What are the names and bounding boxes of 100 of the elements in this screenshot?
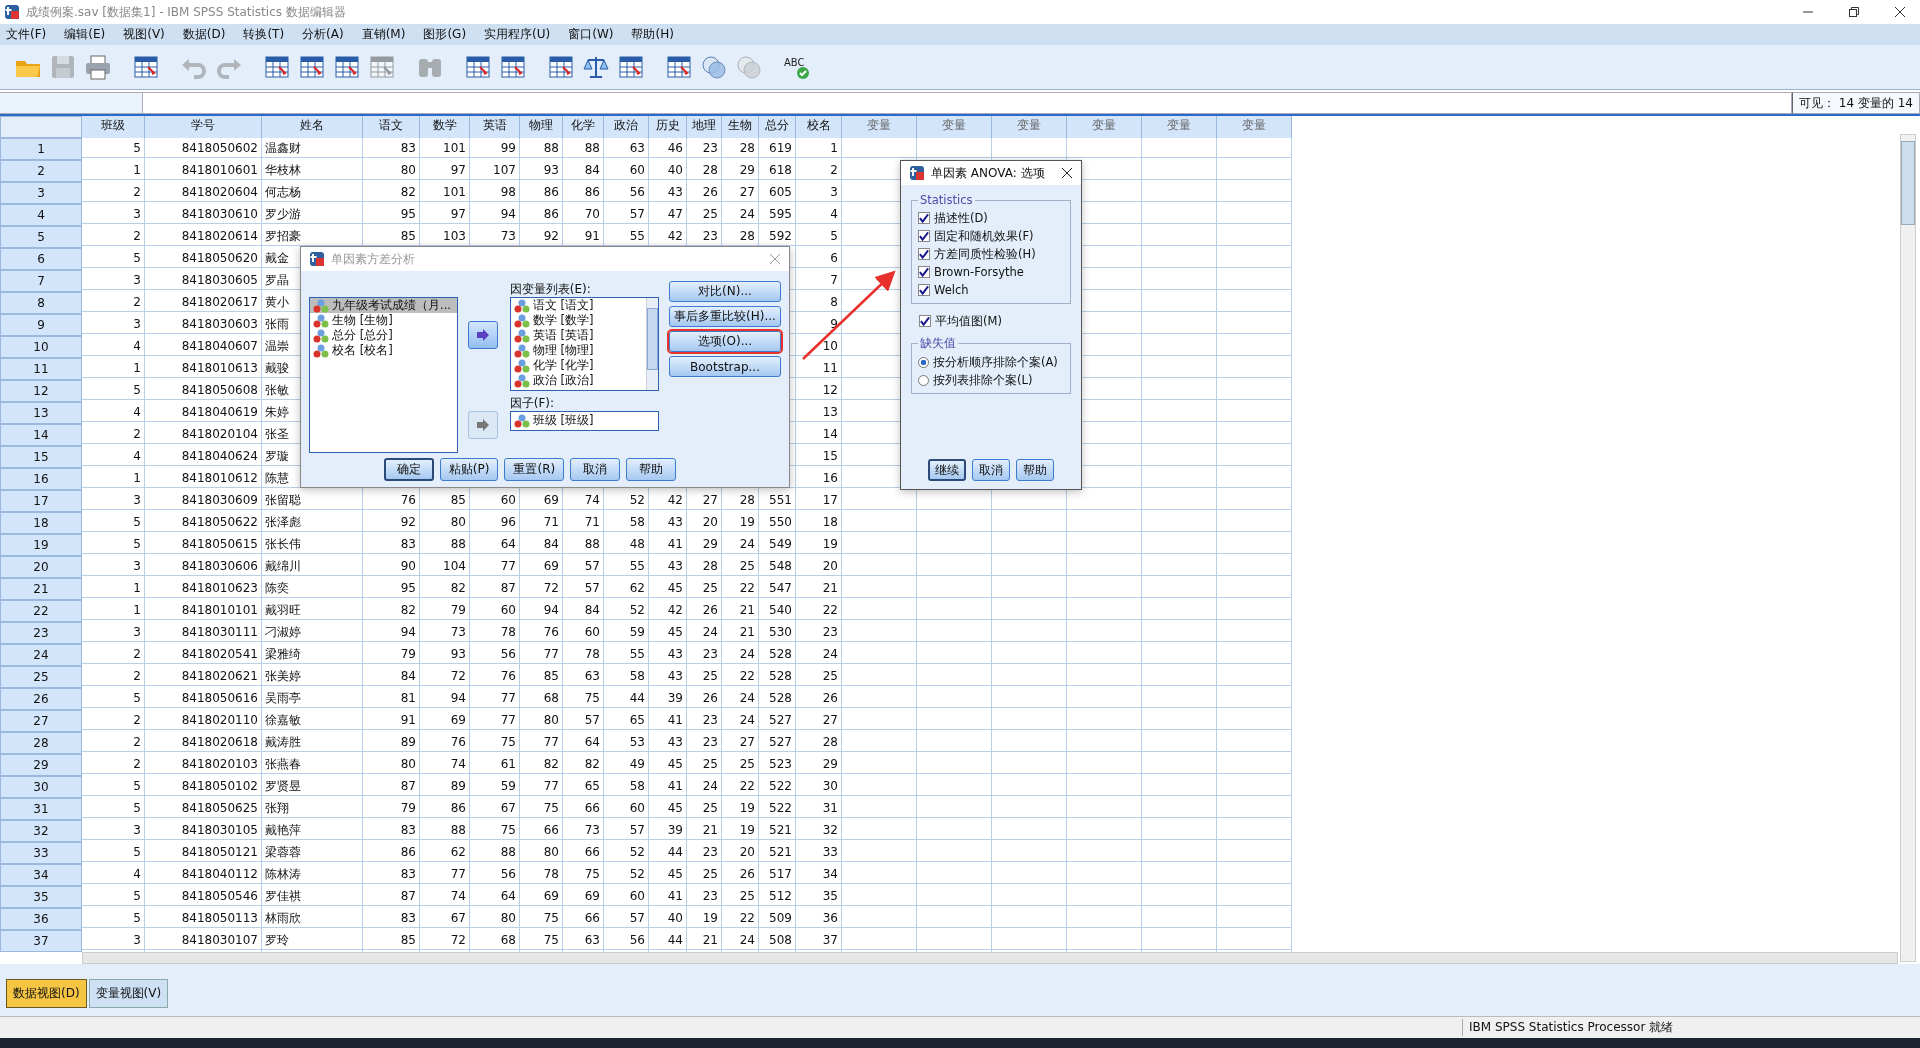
row-number[interactable]: 14 xyxy=(0,424,82,446)
menu-item[interactable]: 编辑(E) xyxy=(62,26,114,43)
view-tab[interactable]: 数据视图(D) xyxy=(6,978,87,1008)
row-number[interactable]: 29 xyxy=(0,754,82,776)
column-header[interactable]: 学号 xyxy=(145,116,262,138)
menu-item[interactable]: 分析(A) xyxy=(300,26,352,43)
row-number[interactable]: 18 xyxy=(0,512,82,534)
grid-icon[interactable] xyxy=(499,53,527,81)
list-item[interactable]: 生物 [生物] xyxy=(310,313,458,328)
menu-item[interactable]: 帮助(H) xyxy=(629,26,682,43)
column-header[interactable]: 历史 xyxy=(649,116,687,138)
row-number[interactable]: 23 xyxy=(0,622,82,644)
grid-icon[interactable] xyxy=(263,53,291,81)
column-header[interactable]: 数学 xyxy=(420,116,470,138)
grid-icon[interactable] xyxy=(298,53,326,81)
row-number[interactable]: 20 xyxy=(0,556,82,578)
dialog-button[interactable]: 取消 xyxy=(570,458,621,481)
horizontal-scrollbar[interactable] xyxy=(82,952,1898,964)
dialog-button[interactable]: 重置(R) xyxy=(504,458,565,481)
row-number[interactable]: 4 xyxy=(0,204,82,226)
dialog-button[interactable]: 确定 xyxy=(383,458,434,481)
printer-icon[interactable] xyxy=(84,53,112,81)
checkbox[interactable] xyxy=(918,248,930,260)
row-number[interactable]: 19 xyxy=(0,534,82,556)
list-item[interactable]: 数学 [数学] xyxy=(510,313,646,328)
move-button[interactable] xyxy=(468,321,499,349)
column-header[interactable]: 化学 xyxy=(563,116,604,138)
row-number[interactable]: 26 xyxy=(0,688,82,710)
column-header[interactable]: 校名 xyxy=(796,116,842,138)
select-all-cell[interactable] xyxy=(0,116,82,138)
grid-icon[interactable] xyxy=(132,53,160,81)
dependent-list[interactable]: 语文 [语文] 数学 [数学] 英语 [英语] 物理 [物理] 化学 [化学] 政治 [政治] xyxy=(509,297,659,391)
list-item[interactable]: 九年级考试成绩（月... xyxy=(310,298,458,313)
column-header[interactable]: 变量 xyxy=(1217,116,1292,138)
column-header[interactable]: 政治 xyxy=(604,116,649,138)
column-header[interactable]: 生物 xyxy=(722,116,759,138)
dialog-button[interactable]: 选项(O)... xyxy=(669,331,781,352)
row-number[interactable]: 31 xyxy=(0,798,82,820)
menu-item[interactable]: 数据(D) xyxy=(180,26,234,43)
dialog-button[interactable]: 对比(N)... xyxy=(669,281,781,302)
menu-item[interactable]: 窗口(W) xyxy=(566,26,622,43)
row-number[interactable]: 11 xyxy=(0,358,82,380)
menu-item[interactable]: 实用程序(U) xyxy=(482,26,559,43)
list-scrollbar[interactable] xyxy=(646,298,658,390)
column-header[interactable]: 物理 xyxy=(520,116,563,138)
row-number[interactable]: 6 xyxy=(0,248,82,270)
column-header[interactable]: 变量 xyxy=(1067,116,1142,138)
row-number[interactable]: 37 xyxy=(0,930,82,952)
dialog-button[interactable]: Bootstrap... xyxy=(669,356,781,377)
row-number[interactable]: 35 xyxy=(0,886,82,908)
vertical-scrollbar[interactable] xyxy=(1900,134,1916,962)
dialog-button[interactable]: 事后多重比较(H)... xyxy=(669,306,781,327)
row-number[interactable]: 33 xyxy=(0,842,82,864)
radio-button[interactable] xyxy=(918,356,929,368)
row-number[interactable]: 3 xyxy=(0,182,82,204)
row-number[interactable]: 13 xyxy=(0,402,82,424)
grid-icon[interactable] xyxy=(333,53,361,81)
menu-item[interactable]: 文件(F) xyxy=(4,26,55,43)
column-header[interactable]: 姓名 xyxy=(262,116,363,138)
grid-icon[interactable] xyxy=(464,53,492,81)
menu-item[interactable]: 转换(T) xyxy=(241,26,293,43)
radio-button[interactable] xyxy=(918,374,929,386)
row-number[interactable]: 25 xyxy=(0,666,82,688)
dialog-button[interactable]: 粘贴(P) xyxy=(439,458,499,481)
column-header[interactable]: 变量 xyxy=(1142,116,1217,138)
row-number[interactable]: 24 xyxy=(0,644,82,666)
row-number[interactable]: 12 xyxy=(0,380,82,402)
row-number[interactable]: 15 xyxy=(0,446,82,468)
column-header[interactable]: 地理 xyxy=(687,116,722,138)
row-number[interactable]: 27 xyxy=(0,710,82,732)
column-header[interactable]: 班级 xyxy=(82,116,145,138)
row-number[interactable]: 21 xyxy=(0,578,82,600)
menu-item[interactable]: 视图(V) xyxy=(121,26,173,43)
list-item[interactable]: 语文 [语文] xyxy=(510,298,646,313)
dialog-button[interactable]: 取消 xyxy=(972,459,1010,481)
dialog-button[interactable]: 继续 xyxy=(928,459,966,481)
row-number[interactable]: 1 xyxy=(0,138,82,160)
column-header[interactable]: 变量 xyxy=(992,116,1067,138)
close-icon[interactable] xyxy=(1061,167,1073,179)
grid-icon[interactable] xyxy=(547,53,575,81)
row-number[interactable]: 9 xyxy=(0,314,82,336)
row-number[interactable]: 7 xyxy=(0,270,82,292)
menu-item[interactable]: 图形(G) xyxy=(421,26,475,43)
row-number[interactable]: 28 xyxy=(0,732,82,754)
column-header[interactable]: 总分 xyxy=(759,116,796,138)
variable-list[interactable]: 九年级考试成绩（月... 生物 [生物] 总分 [总分] 校名 [校名] xyxy=(309,297,459,453)
list-item[interactable]: 化学 [化学] xyxy=(510,358,646,373)
list-item[interactable]: 校名 [校名] xyxy=(310,343,458,358)
row-number[interactable]: 10 xyxy=(0,336,82,358)
menu-item[interactable]: 直销(M) xyxy=(359,26,414,43)
column-header[interactable]: 英语 xyxy=(470,116,520,138)
circles-icon[interactable] xyxy=(700,53,728,81)
row-number[interactable]: 16 xyxy=(0,468,82,490)
list-item[interactable]: 物理 [物理] xyxy=(510,343,646,358)
row-number[interactable]: 5 xyxy=(0,226,82,248)
column-header[interactable]: 语文 xyxy=(363,116,420,138)
row-number[interactable]: 2 xyxy=(0,160,82,182)
dialog-button[interactable]: 帮助 xyxy=(1016,459,1054,481)
cell-name-field[interactable] xyxy=(0,92,143,114)
list-item[interactable]: 总分 [总分] xyxy=(310,328,458,343)
